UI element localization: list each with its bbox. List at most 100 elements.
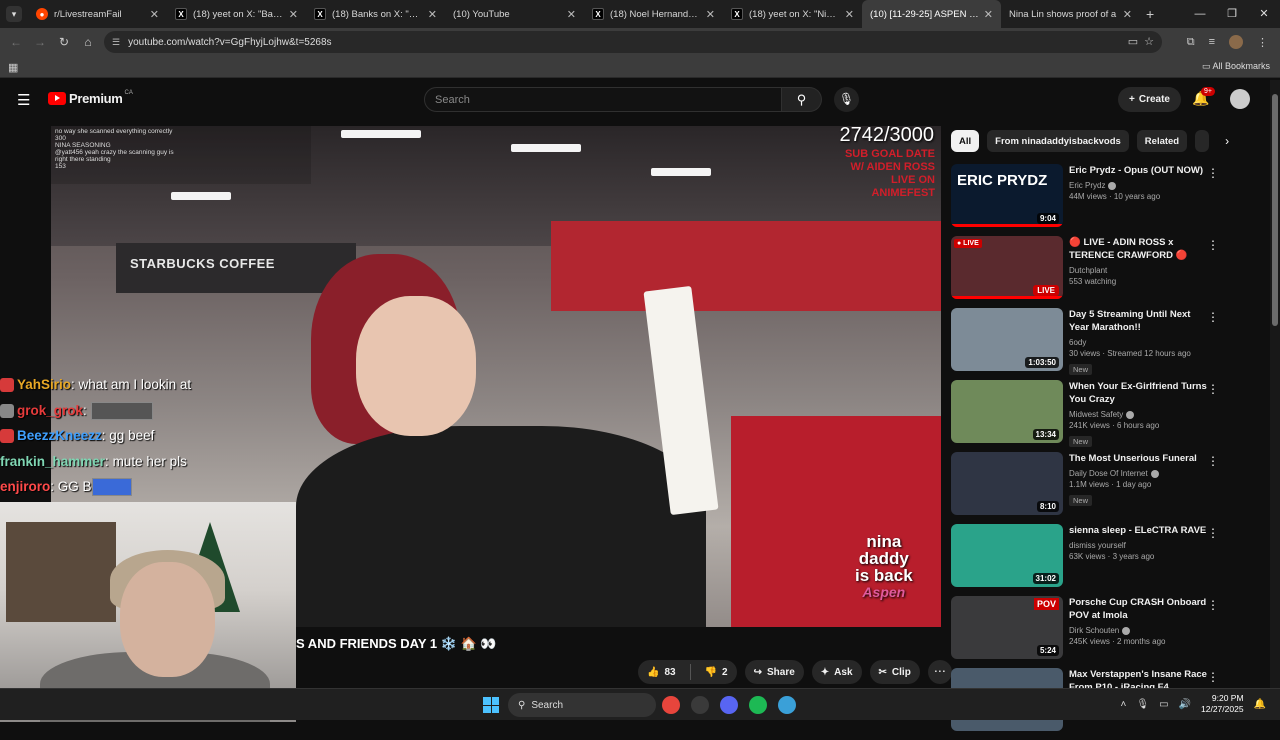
url-bar[interactable]: ☰ youtube.com/watch?v=GgFhyjLojhw&t=5268… bbox=[104, 31, 1162, 53]
ask-button[interactable]: ✦ Ask bbox=[811, 660, 862, 684]
video-thumbnail[interactable]: POV 5:24 bbox=[951, 596, 1063, 659]
notifications-button[interactable]: 🔔 9+ bbox=[1192, 87, 1215, 107]
back-button[interactable]: ← bbox=[4, 35, 28, 49]
recommended-video[interactable]: ● LIVE LIVE 🔴 LIVE - ADIN ROSS x TERENCE C… bbox=[951, 236, 1221, 308]
globe-icon[interactable] bbox=[778, 696, 796, 714]
site-info-icon[interactable]: ☰ bbox=[112, 37, 120, 48]
video-thumbnail[interactable]: 13:34 bbox=[951, 380, 1063, 443]
channel-name[interactable]: 6ody bbox=[1069, 337, 1209, 348]
volume-icon[interactable]: 🔊 bbox=[1179, 699, 1191, 710]
taskbar-clock[interactable]: 9:20 PM 12/27/2025 bbox=[1201, 693, 1244, 715]
chip-from-channel[interactable]: From ninadaddyisbackvods bbox=[987, 130, 1129, 152]
network-icon[interactable]: ▭ bbox=[1159, 699, 1168, 710]
browser-tab[interactable]: X (18) yeet on X: "Banks ad ✕ bbox=[167, 0, 306, 28]
video-title[interactable]: Eric Prydz - Opus (OUT NOW) bbox=[1069, 164, 1209, 177]
video-thumbnail[interactable]: 31:02 bbox=[951, 524, 1063, 587]
more-options-icon[interactable]: ⋮ bbox=[1207, 670, 1219, 684]
cast-icon[interactable]: ▭ bbox=[1128, 35, 1138, 48]
spotify-icon[interactable] bbox=[749, 696, 767, 714]
profile-avatar[interactable] bbox=[1229, 35, 1243, 49]
like-button[interactable]: 👍 83 bbox=[638, 660, 685, 684]
search-button[interactable]: ⚲ bbox=[782, 87, 822, 112]
close-tab-icon[interactable]: ✕ bbox=[428, 8, 437, 21]
close-tab-icon[interactable]: ✕ bbox=[289, 8, 298, 21]
new-tab-button[interactable]: + bbox=[1146, 6, 1154, 22]
video-title[interactable]: The Most Unserious Funeral bbox=[1069, 452, 1209, 465]
browser-tab[interactable]: ▶(10) [11-29-25] ASPEN CA✕ bbox=[862, 0, 1001, 28]
share-button[interactable]: ↪ Share bbox=[744, 660, 804, 684]
video-title[interactable]: sienna sleep - ELeCTRA RAVE bbox=[1069, 524, 1209, 537]
recommended-video[interactable]: 13:34 When Your Ex-Girlfriend Turns You C… bbox=[951, 380, 1221, 452]
browser-tab[interactable]: ● r/LivestreamFail ✕ bbox=[28, 0, 167, 28]
chip-overflow[interactable] bbox=[1195, 130, 1210, 152]
browser-tab[interactable]: ▶(10) YouTube✕ bbox=[445, 0, 584, 28]
more-options-icon[interactable]: ⋮ bbox=[1207, 598, 1219, 612]
notification-bell-icon[interactable]: 🔔 bbox=[1254, 699, 1266, 710]
video-title[interactable]: 🔴 LIVE - ADIN ROSS x TERENCE CRAWFORD 🔴 … bbox=[1069, 236, 1209, 262]
discord-icon[interactable] bbox=[720, 696, 738, 714]
apps-grid-icon[interactable]: ▦ bbox=[8, 61, 18, 74]
recommended-video[interactable]: ERIC PRYDZ 9:04 Eric Prydz - Opus (OUT NOW… bbox=[951, 164, 1221, 236]
maximize-button[interactable]: ❐ bbox=[1216, 0, 1248, 28]
channel-name[interactable]: Dirk Schouten bbox=[1069, 625, 1209, 636]
more-options-icon[interactable]: ⋮ bbox=[1207, 382, 1219, 396]
video-title[interactable]: When Your Ex-Girlfriend Turns You Crazy bbox=[1069, 380, 1209, 406]
close-tab-icon[interactable]: ✕ bbox=[567, 8, 576, 21]
tab-search-button[interactable]: ▾ bbox=[6, 6, 22, 22]
voice-search-button[interactable]: 🎙 bbox=[834, 87, 859, 112]
video-title[interactable]: Porsche Cup CRASH Onboard POV at Imola bbox=[1069, 596, 1209, 622]
browser-tab[interactable]: ▶Nina Lin shows proof of a✕ bbox=[1001, 0, 1140, 28]
more-options-icon[interactable]: ⋮ bbox=[1207, 238, 1219, 252]
more-options-icon[interactable]: ⋮ bbox=[1207, 310, 1219, 324]
account-avatar[interactable] bbox=[1230, 89, 1250, 109]
channel-name[interactable]: dismiss yourself bbox=[1069, 540, 1209, 551]
browser-tab[interactable]: X (18) Banks on X: "Address ✕ bbox=[306, 0, 445, 28]
extensions-icon[interactable]: ⧉ bbox=[1187, 36, 1195, 49]
bookmark-star-icon[interactable]: ☆ bbox=[1144, 35, 1154, 48]
chevron-up-icon[interactable]: ˄ bbox=[1121, 699, 1127, 710]
microphone-icon[interactable]: 🎙 bbox=[1136, 699, 1149, 710]
video-title[interactable]: Day 5 Streaming Until Next Year Marathon… bbox=[1069, 308, 1209, 334]
channel-name[interactable]: Midwest Safety bbox=[1069, 409, 1209, 420]
video-thumbnail[interactable]: 8:10 bbox=[951, 452, 1063, 515]
browser-tab[interactable]: X (18) yeet on X: "Nina Lin s ✕ bbox=[723, 0, 862, 28]
close-window-button[interactable]: ✕ bbox=[1248, 0, 1280, 28]
more-options-icon[interactable]: ⋮ bbox=[1207, 526, 1219, 540]
search-input[interactable]: Search bbox=[424, 87, 782, 112]
close-tab-icon[interactable]: ✕ bbox=[984, 8, 993, 21]
chip-related[interactable]: Related bbox=[1136, 130, 1188, 152]
media-control-icon[interactable]: ≡ bbox=[1209, 36, 1215, 48]
recommended-video[interactable]: 31:02 sienna sleep - ELeCTRA RAVE dismiss … bbox=[951, 524, 1221, 596]
recommended-video[interactable]: 8:10 The Most Unserious Funeral Daily Dose… bbox=[951, 452, 1221, 524]
video-thumbnail[interactable]: ● LIVE LIVE bbox=[951, 236, 1063, 299]
home-button[interactable]: ⌂ bbox=[76, 35, 100, 49]
browser-menu-icon[interactable]: ⋮ bbox=[1257, 36, 1268, 49]
recommended-video[interactable]: 1:03:50 Day 5 Streaming Until Next Year M… bbox=[951, 308, 1221, 380]
menu-icon[interactable]: ☰ bbox=[17, 91, 30, 109]
channel-name[interactable]: Eric Prydz bbox=[1069, 180, 1209, 191]
more-options-icon[interactable]: ⋮ bbox=[1207, 454, 1219, 468]
recommended-video[interactable]: POV 5:24 Porsche Cup CRASH Onboard POV at … bbox=[951, 596, 1221, 668]
close-tab-icon[interactable]: ✕ bbox=[845, 8, 854, 21]
all-bookmarks-button[interactable]: ▭ All Bookmarks bbox=[1202, 61, 1270, 72]
windows-start-icon[interactable] bbox=[483, 697, 499, 713]
chip-all[interactable]: All bbox=[951, 130, 980, 152]
create-button[interactable]: + Create bbox=[1118, 87, 1181, 112]
scrollbar-thumb[interactable] bbox=[1272, 94, 1278, 326]
video-thumbnail[interactable]: ERIC PRYDZ 9:04 bbox=[951, 164, 1063, 227]
close-tab-icon[interactable]: ✕ bbox=[1123, 8, 1132, 21]
clip-button[interactable]: ✂ Clip bbox=[869, 660, 920, 684]
chrome-icon[interactable] bbox=[662, 696, 680, 714]
minimize-button[interactable]: — bbox=[1184, 0, 1216, 28]
obs-icon[interactable] bbox=[691, 696, 709, 714]
chevron-right-icon[interactable]: › bbox=[1225, 134, 1229, 148]
browser-tab[interactable]: X (18) Noel Hernandez on X ✕ bbox=[584, 0, 723, 28]
reload-button[interactable]: ↻ bbox=[52, 35, 76, 49]
more-options-icon[interactable]: ⋮ bbox=[1207, 166, 1219, 180]
page-scrollbar[interactable] bbox=[1270, 80, 1280, 688]
forward-button[interactable]: → bbox=[28, 35, 52, 49]
video-thumbnail[interactable]: 1:03:50 bbox=[951, 308, 1063, 371]
channel-name[interactable]: Daily Dose Of Internet bbox=[1069, 468, 1209, 479]
dislike-button[interactable]: 👎 2 bbox=[696, 660, 737, 684]
more-actions-button[interactable]: ⋯ bbox=[927, 660, 952, 684]
